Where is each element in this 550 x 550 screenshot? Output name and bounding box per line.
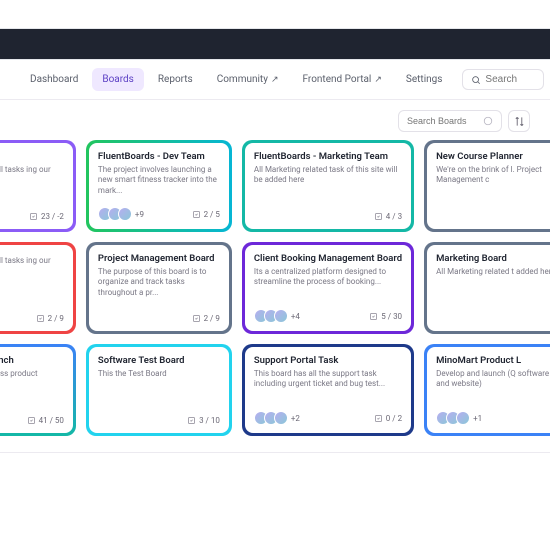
boards-grid: Central ated to handle all tasks ing our … [0,140,550,446]
task-count: 2 / 5 [192,210,220,219]
tabs-row: Dashboard Boards Reports Community↗ Fron… [0,60,550,100]
tab-community[interactable]: Community↗ [207,68,289,91]
avatar-stack: +9 [98,207,144,221]
tab-reports[interactable]: Reports [148,68,203,91]
clear-icon [483,116,493,126]
avatar-extra: +9 [135,210,144,219]
tasks-icon [374,212,383,221]
tasks-icon [369,312,378,321]
task-count: 2 / 9 [36,314,64,323]
board-title: Marketing Board [436,253,550,264]
board-title: New Course Planner [436,151,550,162]
board-title: MinoMart Product L [436,355,550,366]
external-icon: ↗ [271,75,279,85]
board-meta: 2 / 9 [98,314,220,323]
app-topbar [0,28,550,60]
global-search-input[interactable] [485,74,535,85]
board-meta: 3 / 10 [98,416,220,425]
avatar [274,411,288,425]
board-meta: 4 / 3 [254,212,402,221]
board-card[interactable]: MinoMart Product L Develop and launch (Q … [424,344,550,436]
board-desc: All Marketing related task of this site … [254,165,402,186]
task-count: 41 / 50 [27,416,64,425]
avatar-extra: +4 [291,312,300,321]
avatar-extra: +1 [473,414,482,423]
tasks-icon [27,416,36,425]
board-card[interactable]: ated to handle all tasks ing our late...… [0,242,76,334]
avatar-stack: +1 [436,411,482,425]
board-card[interactable]: FluentBoards - Dev Team The project invol… [86,140,232,232]
tasks-icon [192,314,201,323]
board-card[interactable]: Project Management Board The purpose of t… [86,242,232,334]
tasks-icon [192,210,201,219]
board-title: Central [0,151,64,162]
search-boards-input[interactable] [407,116,477,126]
board-desc: Its a centralized platform designed to s… [254,267,402,288]
board-desc: We're on the brink of l. Project Managem… [436,165,550,186]
board-title: Software Launch [0,355,64,366]
board-card[interactable]: Software Launch tures for seamless produc… [0,344,76,436]
board-card[interactable]: Client Booking Management Board Its a cen… [242,242,414,334]
board-title: Software Test Board [98,355,220,366]
tab-frontend-label: Frontend Portal [303,74,372,85]
avatar [274,309,288,323]
avatar-extra: +2 [291,414,300,423]
board-card[interactable]: Central ated to handle all tasks ing our … [0,140,76,232]
footer-divider [0,452,550,453]
search-icon [471,75,481,85]
tab-frontend-portal[interactable]: Frontend Portal↗ [293,68,392,91]
board-meta: 23 / -2 [0,212,64,221]
avatar [456,411,470,425]
board-card[interactable]: FluentBoards - Marketing Team All Marketi… [242,140,414,232]
board-desc: tures for seamless product intuitive use… [0,369,64,390]
search-boards[interactable] [398,110,502,132]
task-count: 4 / 3 [374,212,402,221]
board-card[interactable]: New Course Planner We're on the brink of … [424,140,550,232]
board-card[interactable]: Software Test Board This the Test Board 3 … [86,344,232,436]
sort-button[interactable] [508,110,530,132]
tab-boards[interactable]: Boards [92,68,143,91]
board-desc: ated to handle all tasks ing our late... [0,165,64,186]
task-count: 0 / 2 [374,414,402,423]
board-meta: +9 2 / 5 [98,207,220,221]
external-icon: ↗ [374,75,382,85]
board-title: Project Management Board [98,253,220,264]
board-desc: This board has all the support task incl… [254,369,402,390]
board-meta: 2 / 9 [0,314,64,323]
board-desc: ated to handle all tasks ing our late... [0,256,64,277]
board-title: Support Portal Task [254,355,402,366]
board-meta: 41 / 50 [0,416,64,425]
board-desc: This the Test Board [98,369,220,379]
board-card[interactable]: Marketing Board All Marketing related t a… [424,242,550,334]
tab-settings[interactable]: Settings [396,68,453,91]
tasks-icon [29,212,38,221]
tab-dashboard[interactable]: Dashboard [20,68,88,91]
board-title: FluentBoards - Marketing Team [254,151,402,162]
sort-icon [514,116,525,127]
board-meta: +1 [436,411,550,425]
board-desc: The purpose of this board is to organize… [98,267,220,298]
board-title: Client Booking Management Board [254,253,402,264]
task-count: 2 / 9 [192,314,220,323]
board-desc: Develop and launch (Q software and websi… [436,369,550,390]
tasks-icon [36,314,45,323]
board-meta: +2 0 / 2 [254,411,402,425]
tasks-icon [374,414,383,423]
task-count: 23 / -2 [29,212,64,221]
board-card[interactable]: Support Portal Task This board has all th… [242,344,414,436]
board-desc: All Marketing related t added here [436,267,550,277]
toolbar-row [0,100,550,140]
global-search[interactable] [462,69,544,90]
board-meta: +4 5 / 30 [254,309,402,323]
task-count: 5 / 30 [369,312,402,321]
tasks-icon [187,416,196,425]
board-desc: The project involves launching a new sma… [98,165,220,196]
board-title: FluentBoards - Dev Team [98,151,220,162]
task-count: 3 / 10 [187,416,220,425]
avatar [118,207,132,221]
avatar-stack: +4 [254,309,300,323]
avatar-stack: +2 [254,411,300,425]
tab-community-label: Community [217,74,268,85]
